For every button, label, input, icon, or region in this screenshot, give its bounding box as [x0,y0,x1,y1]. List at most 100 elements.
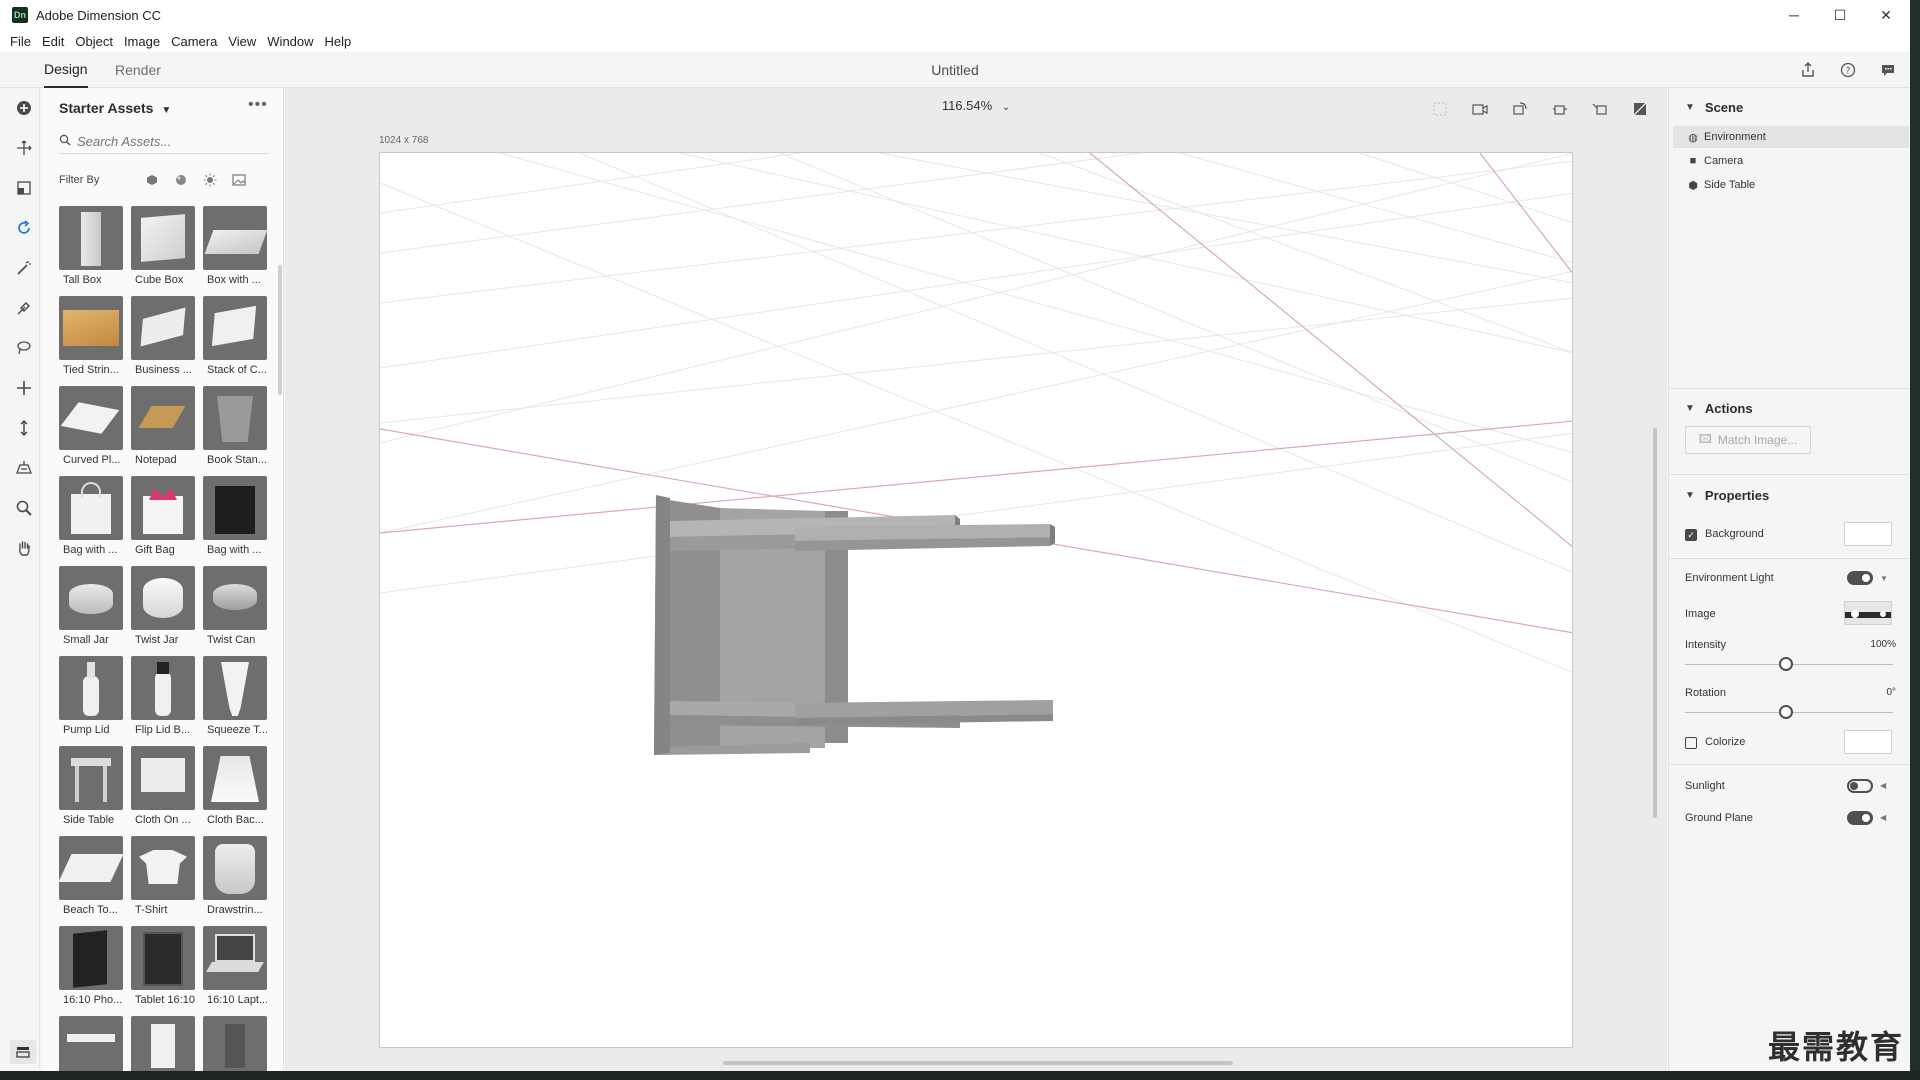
actions-section-header[interactable]: ▼ Actions [1685,401,1753,416]
menu-edit[interactable]: Edit [42,34,64,49]
colorize-color-swatch[interactable] [1844,730,1892,754]
asset-business[interactable]: Business ... [131,296,195,378]
asset-cube-box[interactable]: Cube Box [131,206,195,288]
assets-scrollbar[interactable] [278,265,282,395]
rotate-tool-icon[interactable] [10,214,38,242]
asset-tied-string[interactable]: Tied Strin... [59,296,123,378]
dolly-icon[interactable] [10,414,38,442]
filter-images-icon[interactable] [228,169,250,191]
environment-image-thumbnail[interactable] [1844,601,1892,625]
camera-fit-icon[interactable] [1468,98,1492,120]
feedback-icon[interactable] [1876,58,1900,82]
asset-cloth-backdrop[interactable]: Cloth Bac... [203,746,267,828]
asset-curved-plane[interactable]: Curved Pl... [59,386,123,468]
render-preview-icon[interactable] [1628,98,1652,120]
zoom-level[interactable]: 116.54% ⌄ [285,98,1667,113]
eyedropper-icon[interactable] [10,294,38,322]
asset-bag-with-black[interactable]: Bag with ... [203,476,267,558]
zoom-icon[interactable] [10,494,38,522]
asset-16-10-phone[interactable]: 16:10 Pho... [59,926,123,1008]
intensity-slider-knob[interactable] [1779,657,1793,671]
scene-item-side-table[interactable]: ⬢ Side Table [1683,174,1899,196]
tab-design[interactable]: Design [44,52,88,88]
chevron-left-icon[interactable]: ◀ [1880,781,1886,790]
add-icon[interactable] [10,94,38,122]
menu-object[interactable]: Object [75,34,113,49]
background-color-swatch[interactable] [1844,522,1892,546]
hand-icon[interactable] [10,534,38,562]
properties-section-header[interactable]: ▼ Properties [1685,488,1769,503]
chevron-down-icon[interactable]: ▼ [1880,574,1888,583]
viewport-vertical-scrollbar[interactable] [1653,428,1657,818]
asset-poster-stand[interactable] [131,1016,195,1071]
rotation-slider-knob[interactable] [1779,705,1793,719]
more-options-icon[interactable]: ••• [248,96,268,114]
menu-window[interactable]: Window [267,34,313,49]
asset-cloth-on-table[interactable]: Cloth On ... [131,746,195,828]
environment-light-toggle[interactable] [1847,571,1873,585]
asset-twist-can[interactable]: Twist Can [203,566,267,648]
filter-materials-icon[interactable] [170,169,192,191]
asset-tablet-16-10[interactable]: Tablet 16:10 [131,926,195,1008]
filter-lights-icon[interactable] [199,169,221,191]
sunlight-toggle[interactable] [1847,779,1873,793]
intensity-value[interactable]: 100% [1870,639,1896,650]
search-input[interactable] [77,134,257,149]
orbit-camera-icon[interactable] [1508,98,1532,120]
asset-notepad[interactable]: Notepad [131,386,195,468]
frame-icon[interactable] [1428,98,1452,120]
minimize-button[interactable]: ─ [1771,0,1817,30]
select-tool-icon[interactable] [10,134,38,162]
asset-stack-of-cards[interactable]: Stack of C... [203,296,267,378]
background-checkbox[interactable]: ✓ [1685,529,1697,541]
share-icon[interactable] [1796,58,1820,82]
filter-models-icon[interactable] [141,169,163,191]
menu-view[interactable]: View [228,34,256,49]
orbit-icon[interactable] [10,374,38,402]
assets-panel-title[interactable]: Starter Assets ▼ [59,100,171,116]
pan-camera-icon[interactable] [10,454,38,482]
scale-tool-icon[interactable] [10,174,38,202]
colorize-checkbox[interactable] [1685,737,1697,749]
asset-drawstring-bag[interactable]: Drawstrin... [203,836,267,918]
asset-gift-bag[interactable]: Gift Bag [131,476,195,558]
scene-item-environment[interactable]: ◍ Environment [1673,126,1909,148]
asset-tall-box[interactable]: Tall Box [59,206,123,288]
asset-beach-towel[interactable]: Beach To... [59,836,123,918]
close-button[interactable]: ✕ [1863,0,1909,30]
tab-render[interactable]: Render [115,52,161,88]
layers-toggle-icon[interactable] [10,1040,36,1064]
asset-flip-lid-bottle[interactable]: Flip Lid B... [131,656,195,738]
scene-section-header[interactable]: ▼ Scene [1685,100,1743,115]
pan-camera-view-icon[interactable] [1548,98,1572,120]
asset-sign-stand[interactable] [203,1016,267,1071]
dolly-camera-icon[interactable] [1588,98,1612,120]
canvas-3d-viewport[interactable] [379,152,1573,1048]
rotation-value[interactable]: 0° [1886,687,1896,698]
asset-t-shirt[interactable]: T-Shirt [131,836,195,918]
asset-book-stand[interactable]: Book Stan... [203,386,267,468]
asset-small-jar[interactable]: Small Jar [59,566,123,648]
asset-pump-lid[interactable]: Pump Lid [59,656,123,738]
match-image-button[interactable]: 🖾 Match Image... [1685,426,1811,454]
asset-16-10-laptop[interactable]: 16:10 Lapt... [203,926,267,1008]
lasso-icon[interactable] [10,334,38,362]
menu-camera[interactable]: Camera [171,34,217,49]
magic-wand-icon[interactable] [10,254,38,282]
asset-thumbnail [59,296,123,360]
asset-twist-jar[interactable]: Twist Jar [131,566,195,648]
menu-image[interactable]: Image [124,34,160,49]
asset-bench[interactable] [59,1016,123,1071]
asset-side-table[interactable]: Side Table [59,746,123,828]
asset-bag-with-handles[interactable]: Bag with ... [59,476,123,558]
menu-file[interactable]: File [10,34,31,49]
scene-item-camera[interactable]: ■ Camera [1683,150,1899,172]
maximize-button[interactable]: ☐ [1817,0,1863,30]
help-icon[interactable]: ? [1836,58,1860,82]
viewport-horizontal-scrollbar[interactable] [723,1061,1233,1065]
ground-plane-toggle[interactable] [1847,811,1873,825]
asset-squeeze-tube[interactable]: Squeeze T... [203,656,267,738]
asset-box-with[interactable]: Box with ... [203,206,267,288]
menu-help[interactable]: Help [325,34,352,49]
chevron-left-icon[interactable]: ◀ [1880,813,1886,822]
